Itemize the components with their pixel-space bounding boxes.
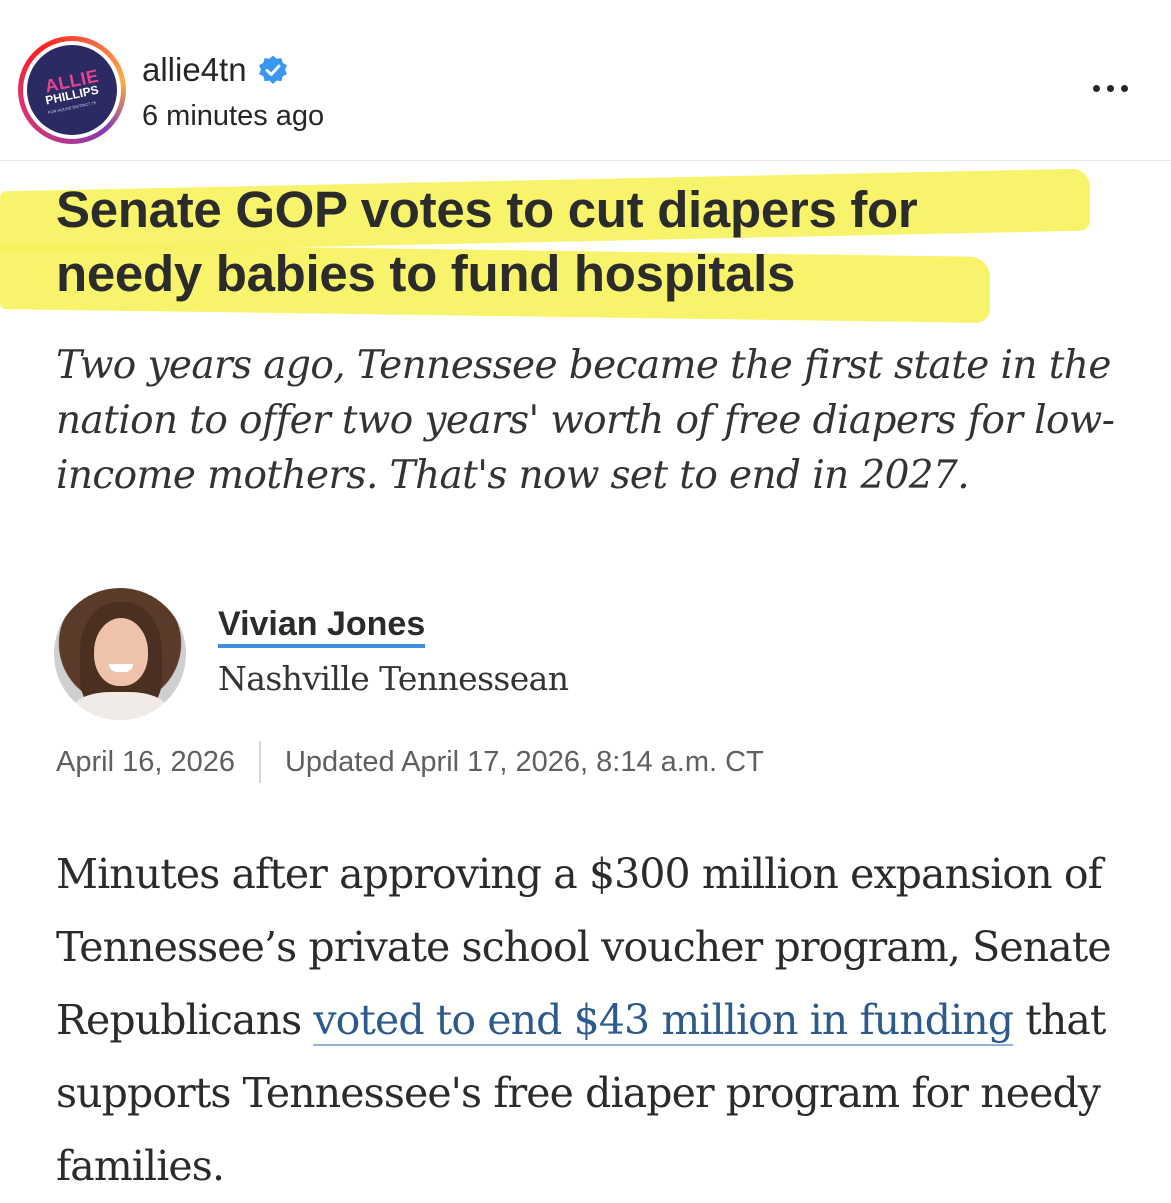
post-header: ALLIE PHILLIPS FOR HOUSE DISTRICT 75 all… bbox=[0, 0, 1171, 161]
published-date: April 16, 2026 bbox=[56, 745, 235, 778]
article-dates: April 16, 2026 Updated April 17, 2026, 8… bbox=[56, 740, 764, 784]
article-body-paragraph: Minutes after approving a $300 million e… bbox=[56, 838, 1136, 1203]
date-divider bbox=[258, 741, 261, 783]
username-link[interactable]: allie4tn bbox=[142, 48, 247, 92]
profile-avatar[interactable]: ALLIE PHILLIPS FOR HOUSE DISTRICT 75 bbox=[18, 36, 126, 144]
funding-article-link[interactable]: voted to end $43 million in funding bbox=[313, 996, 1014, 1046]
author-photo-shirt bbox=[74, 692, 166, 720]
article-headline: Senate GOP votes to cut diapers for need… bbox=[56, 178, 1146, 306]
headline-line-2: needy babies to fund hospitals bbox=[56, 245, 796, 302]
campaign-logo: ALLIE PHILLIPS FOR HOUSE DISTRICT 75 bbox=[27, 45, 117, 135]
author-name-link[interactable]: Vivian Jones bbox=[218, 604, 426, 648]
author-outlet: Nashville Tennessean bbox=[218, 659, 569, 698]
verified-badge-icon bbox=[258, 55, 287, 84]
article-subhead: Two years ago, Tennessee became the firs… bbox=[56, 343, 1115, 498]
updated-date: Updated April 17, 2026, 8:14 a.m. CT bbox=[284, 745, 764, 778]
post-timestamp: 6 minutes ago bbox=[142, 100, 325, 132]
author-photo-face bbox=[94, 618, 148, 686]
author-photo[interactable] bbox=[54, 588, 186, 720]
more-options-button[interactable] bbox=[1080, 70, 1140, 106]
more-options-icon bbox=[1092, 84, 1100, 92]
headline-line-1: Senate GOP votes to cut diapers for bbox=[56, 181, 918, 238]
more-options-icon-dot bbox=[1106, 84, 1114, 92]
username-row: allie4tn bbox=[142, 48, 289, 92]
more-options-icon-dot bbox=[1120, 84, 1128, 92]
avatar-inner-ring: ALLIE PHILLIPS FOR HOUSE DISTRICT 75 bbox=[23, 41, 121, 139]
